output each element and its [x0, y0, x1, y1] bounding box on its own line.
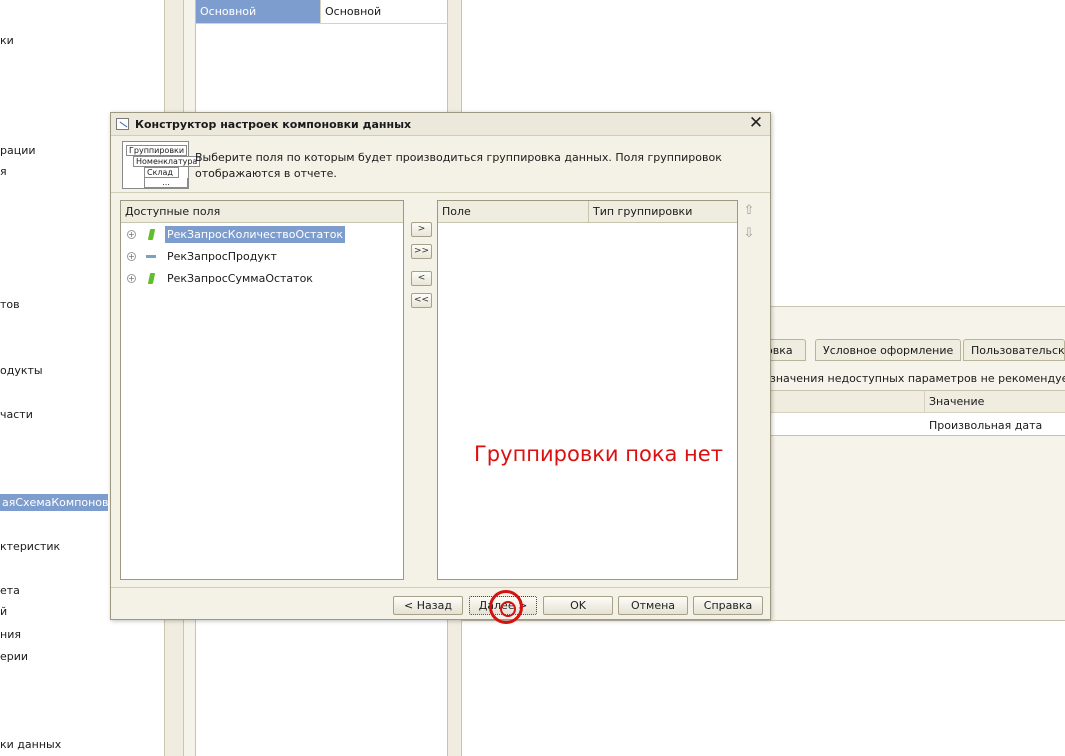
field-label: РекЗапросСуммаОстаток [167, 272, 313, 285]
parameters-table: Значение Произвольная дата [770, 390, 1065, 436]
dialog-title: Конструктор настроек компоновки данных [135, 118, 412, 131]
remove-all-fields-button[interactable]: << [411, 293, 432, 308]
grouping-fields-panel[interactable]: Поле Тип группировки [437, 200, 738, 580]
tree-item[interactable]: одукты [0, 364, 43, 377]
tree-item[interactable]: ктеристик [0, 540, 60, 553]
wizard-icon [116, 118, 129, 130]
param-value-header: Значение [925, 391, 1065, 413]
tab-user-settings[interactable]: Пользовательски [963, 339, 1065, 361]
parameters-note: значения недоступных параметров не реком… [770, 372, 1065, 385]
tree-item[interactable]: рации [0, 144, 36, 157]
expand-icon[interactable]: + [127, 274, 136, 283]
tab-conditional-appearance[interactable]: Условное оформление [815, 339, 962, 361]
move-up-icon[interactable]: ⇧ [742, 204, 756, 218]
param-value-cell[interactable]: Произвольная дата [925, 417, 1046, 434]
grouping-type-column-header[interactable]: Тип группировки [589, 201, 737, 223]
tree-item[interactable]: ета [0, 584, 20, 597]
settings-bottom-area [462, 620, 1065, 756]
move-down-icon[interactable]: ⇩ [742, 227, 756, 241]
available-field-row[interactable]: + РекЗапросПродукт [121, 246, 403, 268]
settings-value-cell: Основной [325, 5, 382, 18]
picture-label-3: Склад [144, 167, 179, 178]
remove-field-button[interactable]: < [411, 271, 432, 286]
tree-item[interactable]: части [0, 408, 33, 421]
dialog-titlebar[interactable]: Конструктор настроек компоновки данных ✕ [111, 113, 770, 136]
tree-item[interactable]: тов [0, 298, 20, 311]
field-label: РекЗапросКоличествоОстаток [165, 226, 346, 243]
expand-icon[interactable]: + [127, 230, 136, 239]
tree-item[interactable]: ки данных [0, 738, 61, 751]
help-button[interactable]: Справка [693, 596, 763, 615]
tree-item[interactable]: й [0, 605, 7, 618]
tree-item[interactable]: аяСхемаКомпоновки [0, 494, 122, 511]
available-field-row[interactable]: + РекЗапросКоличествоОстаток [121, 224, 403, 246]
tree-item[interactable]: я [0, 165, 7, 178]
no-grouping-message: Группировки пока нет [474, 442, 723, 466]
tree-item[interactable]: ерии [0, 650, 28, 663]
picture-label-2: Номенклатура [133, 156, 201, 167]
grouping-picture-icon: Группировки Номенклатура Склад ... [122, 141, 201, 189]
tree-item[interactable]: ки [0, 34, 14, 47]
ok-button[interactable]: OK [543, 596, 613, 615]
dialog-footer: < Назад Далее > OK Отмена Справка [111, 587, 770, 619]
expand-icon[interactable]: + [127, 252, 136, 261]
tree-item[interactable]: ния [0, 628, 21, 641]
data-composition-wizard-dialog: Конструктор настроек компоновки данных ✕… [110, 112, 771, 624]
step-description: Выберите поля по которым будет производи… [195, 151, 722, 180]
resource-icon [147, 229, 156, 240]
field-label: РекЗапросПродукт [167, 250, 277, 263]
dimension-icon [146, 255, 156, 258]
available-fields-panel: Доступные поля + РекЗапросКоличествоОстат… [120, 200, 404, 580]
add-field-button[interactable]: > [411, 222, 432, 237]
param-column-header [770, 391, 925, 413]
available-field-row[interactable]: + РекЗапросСуммаОстаток [121, 268, 403, 290]
settings-list-row[interactable]: Основной Основной [196, 0, 448, 24]
picture-label-4: ... [144, 178, 188, 188]
back-button[interactable]: < Назад [393, 596, 463, 615]
picture-label-1: Группировки [126, 145, 188, 156]
resource-icon [147, 273, 156, 284]
settings-name-cell: Основной [196, 0, 321, 23]
add-all-fields-button[interactable]: >> [411, 244, 432, 259]
available-fields-header: Доступные поля [121, 201, 403, 223]
step-header: Группировки Номенклатура Склад ... Выбер… [111, 137, 770, 193]
click-highlight-marker [489, 590, 523, 624]
close-icon[interactable]: ✕ [748, 115, 764, 132]
cancel-button[interactable]: Отмена [618, 596, 688, 615]
grouping-field-column-header[interactable]: Поле [438, 201, 589, 223]
